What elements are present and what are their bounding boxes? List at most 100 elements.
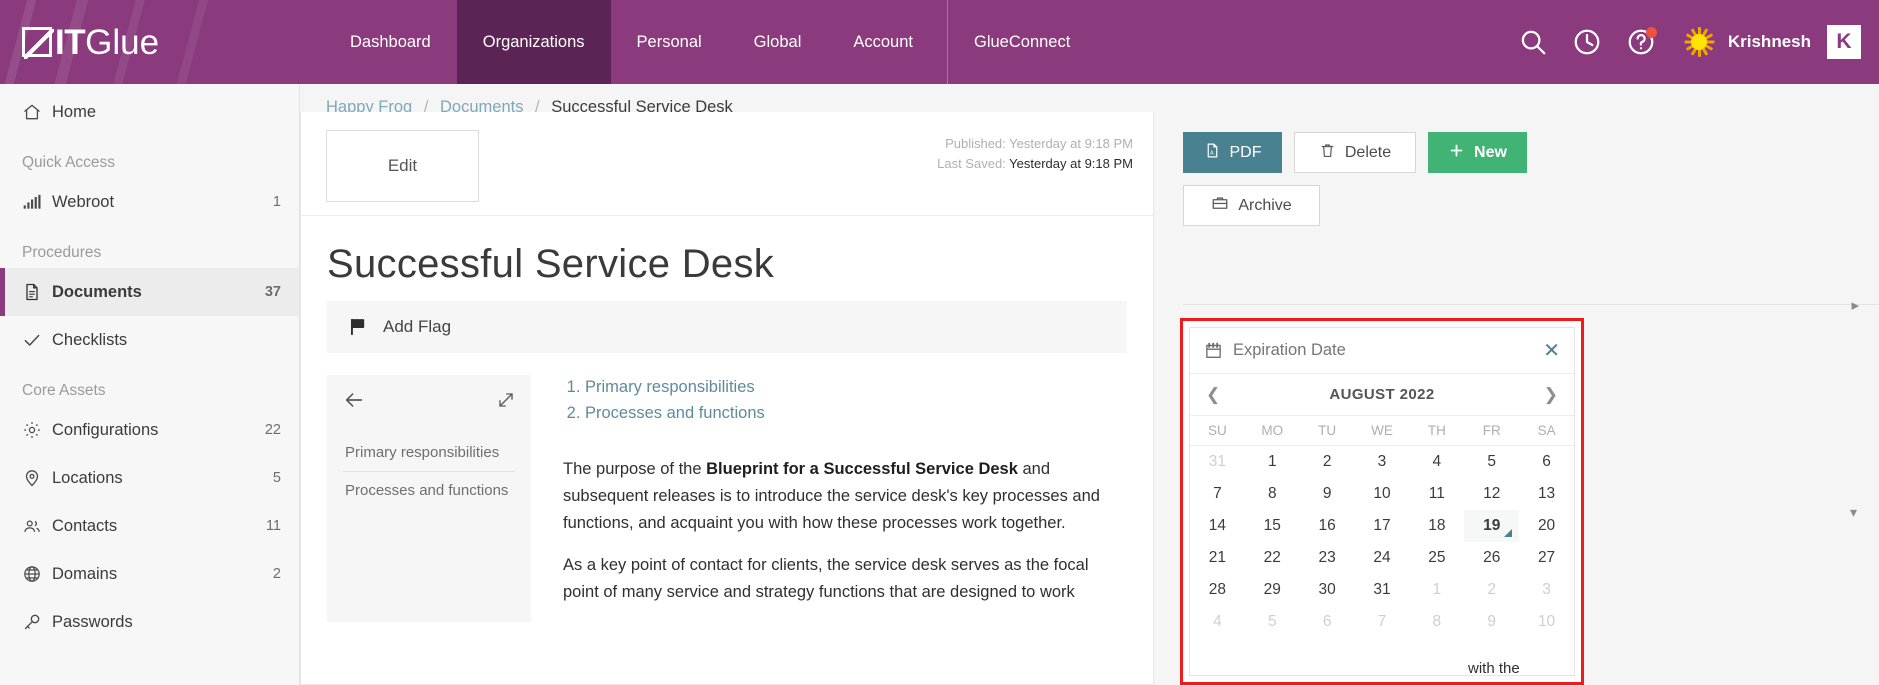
calendar-day[interactable]: 29	[1245, 574, 1300, 606]
calendar-day[interactable]: 6	[1519, 446, 1574, 478]
calendar-day[interactable]: 30	[1300, 574, 1355, 606]
logo-text-glue: Glue	[85, 22, 160, 62]
content-paragraph-2: As a key point of contact for clients, t…	[563, 556, 1089, 601]
rail-expand-chevron-1[interactable]: ▸	[1851, 296, 1859, 314]
sidebar-item-contacts[interactable]: Contacts 11	[0, 502, 299, 550]
calendar-day[interactable]: 26	[1464, 542, 1519, 574]
calendar-day[interactable]: 14	[1190, 510, 1245, 542]
calendar-day[interactable]: 6	[1300, 606, 1355, 638]
app-switcher-badge[interactable]: K	[1827, 25, 1861, 59]
calendar-day[interactable]: 22	[1245, 542, 1300, 574]
sidebar-item-passwords[interactable]: Passwords	[0, 598, 299, 646]
calendar-day[interactable]: 31	[1355, 574, 1410, 606]
expiration-date-input[interactable]	[1233, 341, 1544, 360]
calendar-day[interactable]: 18	[1409, 510, 1464, 542]
toc-item-processes-and-functions[interactable]: Processes and functions	[343, 471, 515, 509]
weekday-mo: MO	[1261, 423, 1284, 438]
nav-item-account[interactable]: Account	[827, 0, 939, 84]
calendar-day[interactable]: 5	[1464, 446, 1519, 478]
avatar[interactable]	[1684, 27, 1715, 57]
document-body: Primary responsibilities Processes and f…	[301, 353, 1153, 622]
sidebar-item-label-webroot: Webroot	[52, 192, 115, 211]
calendar-day[interactable]: 21	[1190, 542, 1245, 574]
calendar-day[interactable]: 16	[1300, 510, 1355, 542]
edit-button[interactable]: Edit	[326, 130, 479, 202]
calendar-day[interactable]: 20	[1519, 510, 1574, 542]
archive-button[interactable]: Archive	[1183, 185, 1320, 226]
calendar-day[interactable]: 7	[1190, 478, 1245, 510]
calendar-day[interactable]: 25	[1409, 542, 1464, 574]
history-clock-icon[interactable]	[1560, 15, 1614, 69]
content-list-item-2[interactable]: Processes and functions	[585, 401, 1127, 427]
calendar-day[interactable]: 1	[1409, 574, 1464, 606]
calendar-day[interactable]: 11	[1409, 478, 1464, 510]
calendar-day[interactable]: 1	[1245, 446, 1300, 478]
calendar-day[interactable]: 15	[1245, 510, 1300, 542]
calendar-day[interactable]: 10	[1355, 478, 1410, 510]
calendar-day[interactable]: 8	[1245, 478, 1300, 510]
new-button[interactable]: New	[1428, 132, 1527, 173]
sidebar-item-checklists[interactable]: Checklists	[0, 316, 299, 364]
calendar-day[interactable]: 9	[1464, 606, 1519, 638]
sidebar-item-configurations[interactable]: Configurations 22	[0, 406, 299, 454]
sidebar-item-label-home: Home	[52, 102, 97, 121]
toc-item-primary-responsibilities[interactable]: Primary responsibilities	[343, 434, 515, 471]
sidebar-count-configurations: 22	[264, 422, 281, 438]
calendar-day[interactable]: 27	[1519, 542, 1574, 574]
sidebar-item-home[interactable]: Home	[0, 88, 299, 136]
calendar-day[interactable]: 23	[1300, 542, 1355, 574]
right-rail: A PDF Delete New Archive ▸ Expiration Da…	[1174, 112, 1879, 685]
calendar-day[interactable]: 4	[1190, 606, 1245, 638]
nav-item-personal[interactable]: Personal	[611, 0, 728, 84]
document-meta: Published: Yesterday at 9:18 PM Last Sav…	[937, 134, 1133, 174]
calendar-day[interactable]: 3	[1519, 574, 1574, 606]
sidebar-item-locations[interactable]: Locations 5	[0, 454, 299, 502]
itglue-logo[interactable]: IT Glue	[22, 25, 262, 60]
search-icon[interactable]	[1506, 15, 1560, 69]
sidebar-item-domains[interactable]: Domains 2	[0, 550, 299, 598]
sidebar-item-documents[interactable]: Documents 37	[0, 268, 299, 316]
nav-item-organizations[interactable]: Organizations	[456, 0, 611, 84]
expand-diagonal-icon[interactable]	[497, 391, 515, 414]
table-of-contents: Primary responsibilities Processes and f…	[327, 375, 531, 622]
calendar-day[interactable]: 19	[1464, 510, 1520, 542]
sidebar-item-label-contacts: Contacts	[52, 516, 118, 535]
calendar-day[interactable]: 8	[1409, 606, 1464, 638]
chevron-left-icon[interactable]: ❮	[1206, 385, 1220, 405]
delete-button[interactable]: Delete	[1294, 132, 1416, 173]
calendar-day[interactable]: 13	[1519, 478, 1574, 510]
content-list-item-1[interactable]: Primary responsibilities	[585, 375, 1127, 401]
calendar-day[interactable]: 9	[1300, 478, 1355, 510]
add-flag-button[interactable]: Add Flag	[327, 301, 1127, 353]
calendar-day[interactable]: 10	[1519, 606, 1574, 638]
calendar-day[interactable]: 24	[1355, 542, 1410, 574]
calendar-day[interactable]: 2	[1464, 574, 1519, 606]
chevron-right-icon[interactable]: ❯	[1544, 385, 1558, 405]
calendar-day[interactable]: 17	[1355, 510, 1410, 542]
weekday-fr: FR	[1482, 423, 1501, 438]
sidebar-item-webroot[interactable]: Webroot 1	[0, 178, 299, 226]
key-icon	[22, 612, 52, 632]
arrow-left-icon[interactable]	[343, 389, 365, 416]
nav-item-dashboard[interactable]: Dashboard	[324, 0, 457, 84]
notification-dot	[1645, 27, 1657, 38]
calendar-day[interactable]: 7	[1355, 606, 1410, 638]
weekday-su: SU	[1208, 423, 1227, 438]
nav-item-global[interactable]: Global	[728, 0, 828, 84]
calendar-day[interactable]: 28	[1190, 574, 1245, 606]
calendar-day[interactable]: 2	[1300, 446, 1355, 478]
nav-item-glueconnect[interactable]: GlueConnect	[947, 0, 1096, 84]
calendar-day[interactable]: 31	[1190, 446, 1245, 478]
calendar-day[interactable]: 12	[1464, 478, 1519, 510]
expiration-date-field[interactable]: ✕	[1190, 328, 1574, 374]
pdf-button[interactable]: A PDF	[1183, 132, 1282, 173]
calendar-day[interactable]: 5	[1245, 606, 1300, 638]
calendar-day[interactable]: 3	[1355, 446, 1410, 478]
close-icon[interactable]: ✕	[1543, 341, 1560, 361]
calendar-day[interactable]: 4	[1409, 446, 1464, 478]
rail-expand-chevron-2[interactable]: ▾	[1850, 504, 1857, 521]
weekday-th: TH	[1427, 423, 1446, 438]
rail-divider: ▸	[1183, 297, 1879, 314]
help-question-icon[interactable]	[1614, 15, 1668, 69]
sidebar-heading-core-assets: Core Assets	[22, 382, 106, 399]
